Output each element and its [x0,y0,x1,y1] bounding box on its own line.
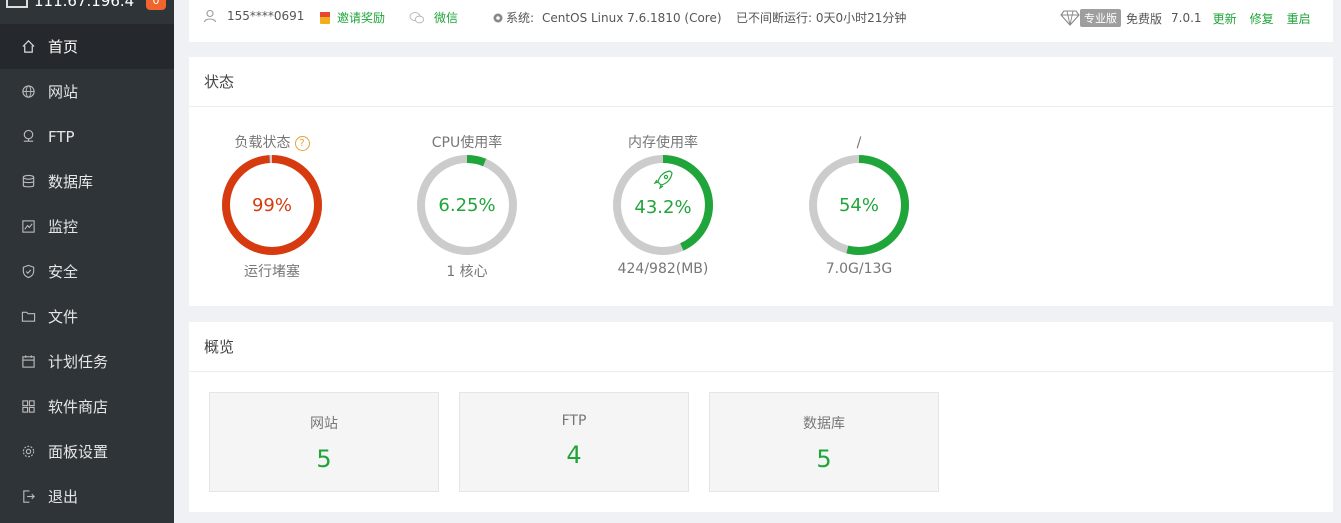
sidebar-item-settings[interactable]: 面板设置 [0,429,174,474]
load-gauge[interactable]: 负载状态 ? 99% 运行堵塞 [202,133,342,281]
system-info: 系统: CentOS Linux 7.6.1810 (Core) [492,9,722,26]
repair-link[interactable]: 修复 [1250,10,1274,27]
sidebar-item-label: 软件商店 [48,398,109,416]
restart-link[interactable]: 重启 [1287,10,1311,27]
stat-value[interactable]: 5 [710,445,938,473]
sidebar-item-database[interactable]: 数据库 [0,159,174,204]
gauge-label: 负载状态 [234,135,291,151]
free-edition-label: 免费版 [1126,11,1163,26]
folder-icon [21,311,36,322]
gauge-sub: 1 核心 [446,264,488,280]
sidebar-item-label: 计划任务 [48,353,109,371]
memory-gauge[interactable]: 内存使用率 43.2% 424/982(MB) [593,133,733,277]
gift-icon [320,11,330,24]
logout-icon [23,490,35,503]
database-icon [22,174,35,188]
ftp-stat-card[interactable]: FTP 4 [459,392,689,492]
gauge-value: 54% [838,195,879,216]
disk-gauge[interactable]: / 54% 7.0G/13G [789,133,929,277]
diamond-icon [1060,10,1080,26]
sidebar-item-label: 首页 [48,38,79,56]
invite-label: 邀请奖励 [337,11,386,25]
gauge-sub: 运行堵塞 [244,264,300,280]
user-icon [203,9,217,23]
gauge-value: 6.25% [438,195,496,216]
sidebar-item-home[interactable]: 首页 [0,24,174,69]
status-title: 状态 [189,57,1333,107]
rocket-icon[interactable] [653,170,673,190]
gauge-value: 99% [251,195,292,216]
monitor-chart-icon [22,220,35,233]
gauge-sub: 7.0G/13G [825,261,893,277]
home-icon [22,40,35,53]
sidebar-item-security[interactable]: 安全 [0,249,174,294]
sidebar-item-store[interactable]: 软件商店 [0,384,174,429]
help-icon[interactable]: ? [294,135,310,151]
website-stat-card[interactable]: 网站 5 [209,392,439,492]
stat-label: 网站 [310,416,338,432]
stat-label: 数据库 [803,416,845,432]
uptime: 已不间断运行: 0天0小时21分钟 [736,11,907,25]
sidebar-item-label: 面板设置 [48,443,109,461]
sidebar-item-cron[interactable]: 计划任务 [0,339,174,384]
system-value: CentOS Linux 7.6.1810 (Core) [542,10,722,25]
gauge-sub: 424/982(MB) [617,261,709,277]
sidebar-item-label: 退出 [48,488,79,506]
stat-label: FTP [561,413,587,429]
edition-info: 专业版 免费版 7.0.1 更新 修复 重启 [1060,9,1311,27]
stat-value[interactable]: 5 [210,445,438,473]
gauge-label: 内存使用率 [628,135,698,151]
gear-icon [493,13,503,22]
gauge-label: / [856,135,862,151]
system-label: 系统: [506,11,535,25]
grid-icon [22,400,35,413]
wechat-link[interactable]: 微信 [409,9,458,26]
version-label: 7.0.1 [1171,11,1202,25]
sidebar-item-files[interactable]: 文件 [0,294,174,339]
sidebar-item-ftp[interactable]: FTP [0,114,174,159]
sidebar-item-logout[interactable]: 退出 [0,474,174,519]
calendar-icon [22,355,35,368]
sidebar-item-website[interactable]: 网站 [0,69,174,114]
sidebar: 111.67.196.4 0 首页 网站 FTP 数据库 监控 安全 文件 计划… [0,0,174,523]
gauge-label: CPU使用率 [431,135,503,151]
update-link[interactable]: 更新 [1213,10,1237,27]
monitor-icon [6,0,28,8]
overview-panel: 概览 网站 5 FTP 4 数据库 5 [189,322,1333,512]
wechat-label: 微信 [434,11,459,25]
user-phone: 155****0691 [227,9,305,23]
sidebar-item-monitor[interactable]: 监控 [0,204,174,249]
sidebar-item-label: 文件 [48,308,79,326]
server-header: 111.67.196.4 0 [0,0,174,20]
wechat-icon [409,11,425,23]
top-bar: 155****0691 邀请奖励 微信 系统: CentOS Linux 7.6… [189,0,1333,42]
sidebar-item-label: 安全 [48,263,79,281]
pro-edition-badge[interactable]: 专业版 [1080,9,1121,27]
sidebar-item-label: 监控 [48,218,79,236]
globe-icon [22,85,35,98]
cpu-gauge[interactable]: CPU使用率 6.25% 1 核心 [397,133,537,281]
overview-title: 概览 [189,322,1333,372]
database-stat-card[interactable]: 数据库 5 [709,392,939,492]
sidebar-item-label: 网站 [48,83,79,101]
gear-icon [22,445,35,458]
invite-link[interactable]: 邀请奖励 [319,9,385,26]
stat-value[interactable]: 4 [460,441,688,469]
gauge-value: 43.2% [634,197,692,218]
gauge-label-row: 负载状态 ? [202,133,342,153]
notification-badge[interactable]: 0 [146,0,166,10]
ftp-icon [23,129,34,142]
status-panel: 状态 负载状态 ? 99% 运行堵塞 CPU使用率 6.25% 1 核心 内存使… [189,57,1333,306]
server-ip: 111.67.196.4 [34,0,135,10]
sidebar-item-label: 数据库 [48,173,94,191]
sidebar-item-label: FTP [48,127,75,146]
sidebar-menu: 首页 网站 FTP 数据库 监控 安全 文件 计划任务 软件商店 面板设置 退出 [0,24,174,519]
user-info[interactable]: 155****0691 [203,9,304,23]
shield-icon [22,264,35,279]
